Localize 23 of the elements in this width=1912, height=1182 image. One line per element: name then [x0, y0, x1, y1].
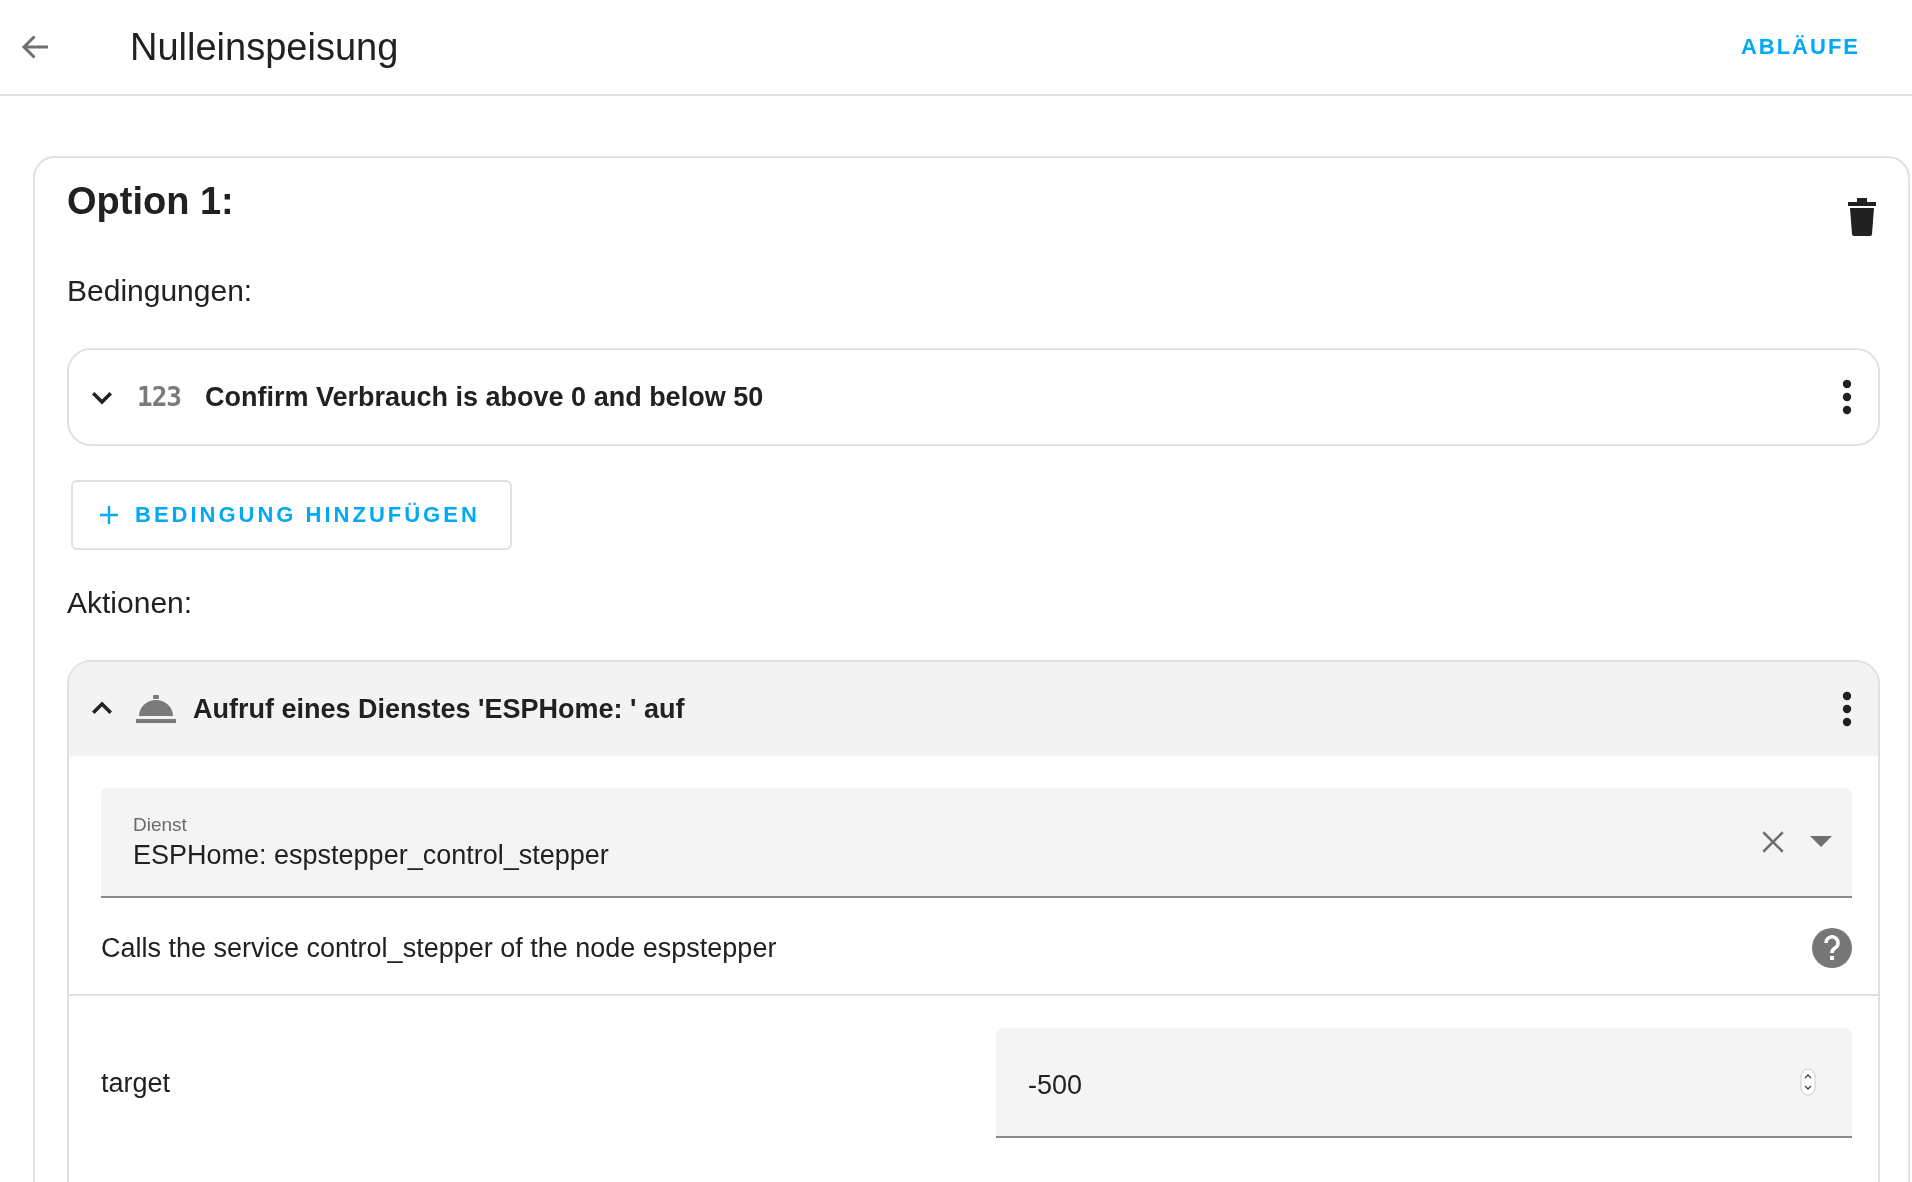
action-summary: Aufruf eines Dienstes 'ESPHome: ' auf	[193, 693, 686, 725]
condition-summary[interactable]: Confirm Verbrauch is above 0 and below 50	[205, 381, 1836, 413]
actions-heading: Aktionen:	[67, 586, 194, 620]
plus-icon	[97, 503, 121, 527]
parameter-label: target	[101, 1067, 172, 1099]
clear-icon[interactable]	[1760, 829, 1786, 855]
more-vertical-icon[interactable]	[1842, 379, 1852, 415]
field-label: Dienst	[133, 813, 188, 836]
help-icon[interactable]	[1812, 928, 1852, 968]
action-header[interactable]: Aufruf eines Dienstes 'ESPHome: ' auf	[69, 662, 1878, 756]
number-input-field[interactable]: -500	[996, 1028, 1852, 1138]
dropdown-caret-icon[interactable]	[1810, 836, 1832, 848]
service-description: Calls the service control_stepper of the node espstepper	[101, 932, 777, 964]
service-bell-icon	[135, 694, 177, 724]
field-value: ESPHome: espstepper_control_stepper	[133, 839, 610, 871]
more-vertical-icon[interactable]	[1842, 691, 1852, 727]
conditions-heading: Bedingungen:	[67, 274, 254, 308]
numeric-type-label: 123	[137, 382, 182, 412]
trash-icon[interactable]	[1848, 198, 1876, 236]
service-select-field[interactable]: Dienst ESPHome: espstepper_control_stepper	[101, 788, 1852, 898]
spinner-icon[interactable]	[1800, 1068, 1816, 1096]
page-title: Nulleinspeisung	[130, 25, 400, 69]
option-title: Option 1:	[67, 179, 234, 223]
